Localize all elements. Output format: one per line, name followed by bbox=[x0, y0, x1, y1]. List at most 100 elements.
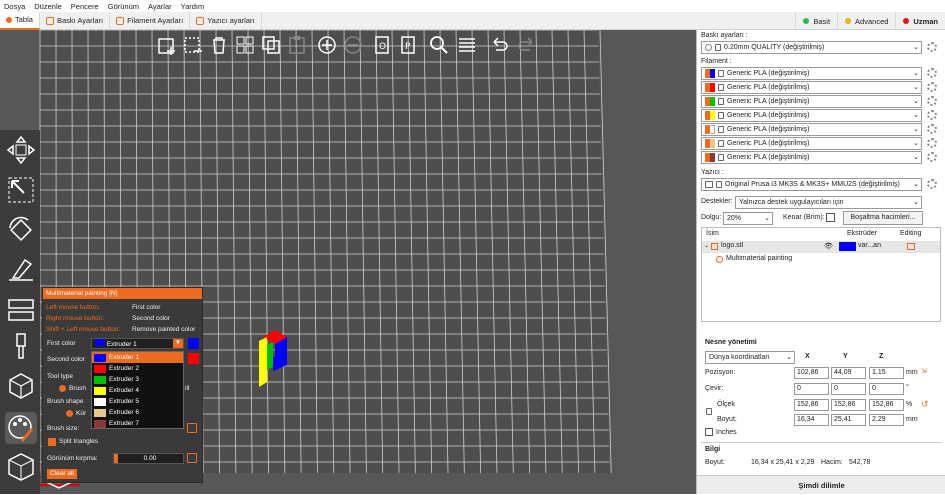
mode-expert[interactable]: Uzman bbox=[895, 12, 945, 30]
inches-checkbox[interactable] bbox=[705, 428, 713, 436]
tool-brush-radio[interactable] bbox=[59, 385, 66, 392]
menu-yardim[interactable]: Yardım bbox=[181, 2, 205, 11]
seam-painting-icon[interactable] bbox=[5, 370, 37, 402]
move-icon[interactable] bbox=[5, 134, 37, 166]
extruder-option[interactable]: Extruder 3 bbox=[92, 374, 183, 385]
filament-select-4[interactable]: Generic PLA (değiştirilmiş)⌄ bbox=[701, 109, 922, 122]
multimaterial-painting-icon[interactable] bbox=[5, 412, 37, 444]
support-select[interactable]: Yalnızca destek uygulayıcıları için⌄ bbox=[735, 196, 922, 209]
redo-icon[interactable] bbox=[516, 34, 538, 56]
extruder-option[interactable]: Extruder 6 bbox=[92, 407, 183, 418]
edit-icon[interactable] bbox=[907, 243, 915, 250]
support-painting-icon[interactable] bbox=[5, 330, 37, 362]
rotation-z-input[interactable]: 0 bbox=[869, 383, 904, 395]
first-color-select[interactable]: Extruder 1▼ bbox=[91, 338, 184, 349]
scale-x-input[interactable]: 152,86 bbox=[794, 399, 829, 411]
size-z-input[interactable]: 2,29 bbox=[869, 414, 904, 426]
add-instance-icon[interactable] bbox=[316, 34, 338, 56]
3d-viewport[interactable]: O P Multimaterial painting [N] Left mous… bbox=[0, 30, 696, 494]
paste-icon[interactable] bbox=[286, 34, 308, 56]
search-icon[interactable] bbox=[428, 34, 450, 56]
extruder-option[interactable]: Extruder 1 bbox=[92, 352, 183, 363]
tab-plater[interactable]: Tabla bbox=[0, 12, 40, 30]
brush-shape-radio[interactable] bbox=[66, 410, 73, 417]
print-settings-gear-icon[interactable] bbox=[927, 42, 937, 52]
extruder-option[interactable]: Extruder 2 bbox=[92, 363, 183, 374]
split-parts-icon[interactable]: P bbox=[398, 34, 420, 56]
first-color-preview[interactable] bbox=[188, 338, 199, 349]
position-z-input[interactable]: 1,15 bbox=[869, 367, 904, 379]
filament-gear-icon[interactable] bbox=[927, 68, 937, 78]
eye-icon[interactable]: 👁 bbox=[824, 242, 833, 250]
split-objects-icon[interactable]: O bbox=[372, 34, 394, 56]
print-preset-select[interactable]: 0.20mm QUALITY (değiştirilmiş)⌄ bbox=[701, 41, 922, 54]
infill-select[interactable]: 20%⌄ bbox=[723, 212, 773, 225]
filament-select-3[interactable]: Generic PLA (değiştirilmiş)⌄ bbox=[701, 95, 922, 108]
tab-printer-settings[interactable]: Yazıcı ayarları bbox=[190, 12, 261, 30]
drop-to-bed-icon[interactable]: ⇲ bbox=[921, 367, 927, 375]
object-extruder-value[interactable]: var...an bbox=[858, 242, 881, 249]
rotation-y-input[interactable]: 0 bbox=[831, 383, 866, 395]
tab-print-settings[interactable]: Baskı Ayarları bbox=[40, 12, 110, 30]
menu-dosya[interactable]: Dosya bbox=[4, 2, 25, 11]
size-y-input[interactable]: 25,41 bbox=[831, 414, 866, 426]
slice-now-button[interactable]: Şimdi dilimle bbox=[697, 475, 945, 494]
delete-icon[interactable] bbox=[182, 34, 204, 56]
extruder-option[interactable]: Extruder 7 bbox=[92, 418, 183, 429]
split-triangles-checkbox[interactable] bbox=[48, 438, 56, 446]
clear-all-button[interactable]: Clear all bbox=[47, 469, 77, 479]
mode-simple[interactable]: Basit bbox=[795, 12, 837, 30]
filament-gear-icon[interactable] bbox=[927, 152, 937, 162]
scale-y-input[interactable]: 152,86 bbox=[831, 399, 866, 411]
remove-instance-icon[interactable] bbox=[342, 34, 364, 56]
copy-icon[interactable] bbox=[260, 34, 282, 56]
filament-gear-icon[interactable] bbox=[927, 138, 937, 148]
scale-z-input[interactable]: 152,86 bbox=[869, 399, 904, 411]
extruder-option[interactable]: Extruder 4 bbox=[92, 385, 183, 396]
filament-gear-icon[interactable] bbox=[927, 82, 937, 92]
clipping-edit-icon[interactable] bbox=[187, 453, 197, 463]
layers-editing-icon[interactable] bbox=[456, 34, 478, 56]
menu-pencere[interactable]: Pencere bbox=[71, 2, 99, 11]
clipping-slider[interactable]: 0.00 bbox=[113, 453, 184, 464]
undo-icon[interactable] bbox=[488, 34, 510, 56]
menu-ayarlar[interactable]: Ayarlar bbox=[148, 2, 172, 11]
mode-advanced[interactable]: Advanced bbox=[837, 12, 895, 30]
filament-select-5[interactable]: Generic PLA (değiştirilmiş)⌄ bbox=[701, 123, 922, 136]
second-color-preview[interactable] bbox=[188, 353, 199, 364]
filament-gear-icon[interactable] bbox=[927, 110, 937, 120]
object-child-row[interactable]: Multimaterial painting bbox=[702, 254, 940, 266]
view-cube-icon[interactable] bbox=[5, 450, 37, 482]
add-icon[interactable] bbox=[156, 34, 178, 56]
coordinate-system-select[interactable]: Dünya koordinatları⌄ bbox=[705, 351, 795, 364]
filament-select-1[interactable]: Generic PLA (değiştirilmiş)⌄ bbox=[701, 67, 922, 80]
scale-icon[interactable] bbox=[5, 174, 37, 206]
size-x-input[interactable]: 16,34 bbox=[794, 414, 829, 426]
rotate-icon[interactable] bbox=[5, 214, 37, 246]
brim-checkbox[interactable] bbox=[826, 213, 835, 222]
printer-gear-icon[interactable] bbox=[927, 179, 937, 189]
cut-icon[interactable] bbox=[5, 294, 37, 326]
menu-gorunum[interactable]: Görünüm bbox=[108, 2, 139, 11]
filament-select-6[interactable]: Generic PLA (değiştirilmiş)⌄ bbox=[701, 137, 922, 150]
reset-scale-icon[interactable]: ↺ bbox=[921, 399, 929, 410]
scale-lock-icon[interactable] bbox=[706, 408, 712, 415]
filament-gear-icon[interactable] bbox=[927, 124, 937, 134]
filament-select-2[interactable]: Generic PLA (değiştirilmiş)⌄ bbox=[701, 81, 922, 94]
tab-filament-settings[interactable]: Filament Ayarları bbox=[110, 12, 190, 30]
purge-volumes-button[interactable]: Boşaltma hacimleri... bbox=[843, 211, 923, 225]
place-on-face-icon[interactable] bbox=[5, 254, 37, 286]
painted-object[interactable] bbox=[253, 327, 293, 387]
collapse-icon[interactable]: ⌄ bbox=[704, 242, 709, 249]
filament-select-7[interactable]: Generic PLA (değiştirilmiş)⌄ bbox=[701, 151, 922, 164]
arrange-icon[interactable] bbox=[234, 34, 256, 56]
menu-duzenle[interactable]: Düzenle bbox=[34, 2, 62, 11]
delete-all-icon[interactable] bbox=[208, 34, 230, 56]
position-x-input[interactable]: 102,86 bbox=[794, 367, 829, 379]
object-row[interactable]: ⌄ logo.stl 👁 var...an bbox=[702, 241, 940, 253]
brush-size-edit-icon[interactable] bbox=[187, 423, 197, 433]
rotation-x-input[interactable]: 0 bbox=[794, 383, 829, 395]
extruder-option[interactable]: Extruder 5 bbox=[92, 396, 183, 407]
printer-preset-select[interactable]: Original Prusa i3 MK3S & MK3S+ MMU2S (de… bbox=[701, 178, 922, 191]
position-y-input[interactable]: 44,09 bbox=[831, 367, 866, 379]
